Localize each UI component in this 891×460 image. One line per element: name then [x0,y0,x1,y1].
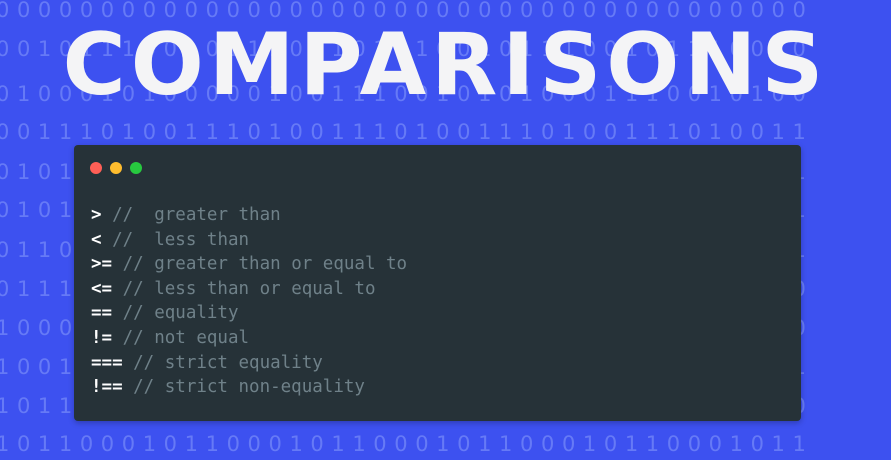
comment: // strict non-equality [122,377,365,398]
comment: // greater than or equal to [112,254,408,275]
code-line: > // greater than [91,203,407,228]
comment: // equality [112,303,239,324]
minimize-dot-icon[interactable] [110,162,122,174]
code-line: != // not equal [91,326,407,351]
operator: == [91,303,113,324]
code-line: >= // greater than or equal to [91,252,407,277]
operator: < [91,229,102,250]
window-controls [90,162,142,174]
binary-row: 001110100111010011101001110100111010011 [0,120,814,144]
comment: // greater than [101,205,281,225]
operator: === [91,352,123,373]
operator: > [91,205,102,225]
operator: <= [91,278,113,299]
binary-row: 101100010110001011000101100010110001011 [0,432,814,456]
comment: // not equal [112,327,250,348]
operator: >= [91,254,113,275]
maximize-dot-icon[interactable] [130,162,142,174]
operator: != [91,327,113,348]
close-dot-icon[interactable] [90,162,102,174]
operator: !== [91,377,123,398]
page-title: COMPARISONS [62,15,829,115]
code-block: > // greater than < // less than >= // g… [91,203,407,400]
comment: // less than or equal to [112,278,376,299]
comment: // less than [101,229,250,250]
code-line: !== // strict non-equality [91,375,407,400]
comment: // strict equality [122,352,323,373]
code-line: < // less than [91,228,407,253]
code-window: > // greater than < // less than >= // g… [74,145,801,421]
code-line: === // strict equality [91,351,407,376]
code-line: == // equality [91,301,407,326]
code-line: <= // less than or equal to [91,277,407,302]
